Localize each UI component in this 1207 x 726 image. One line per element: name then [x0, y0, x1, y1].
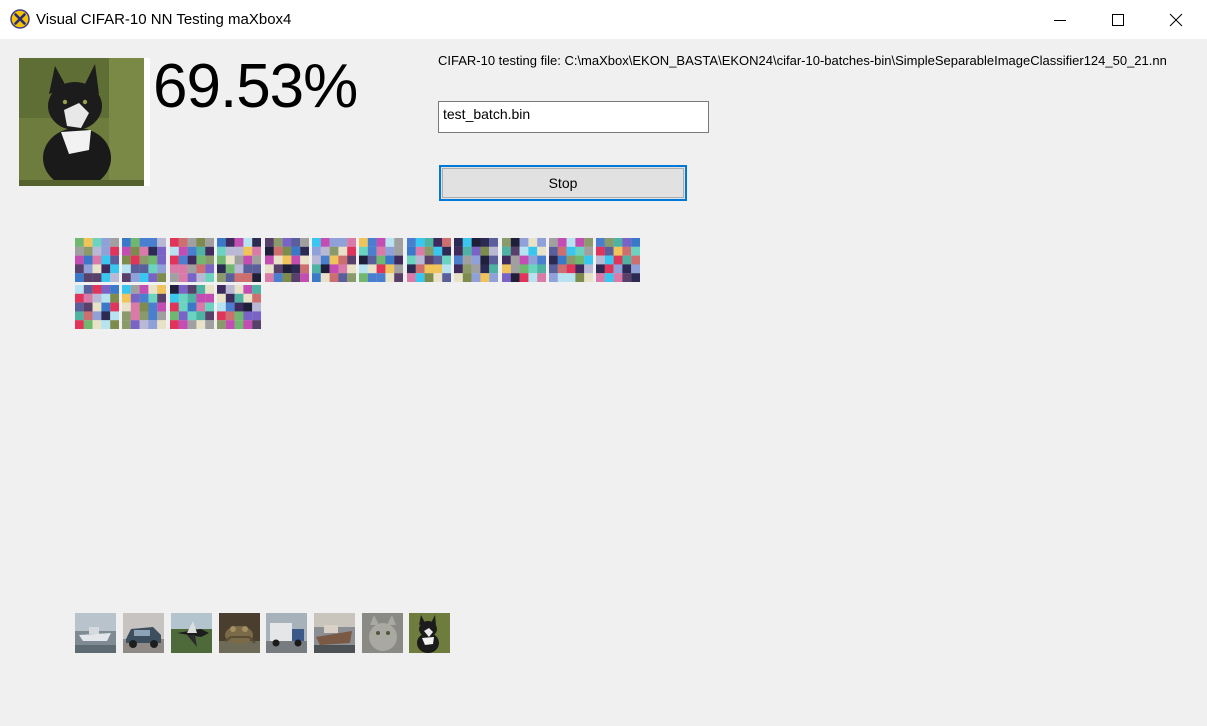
minimize-button[interactable]: [1031, 0, 1089, 39]
file-label: CIFAR-10 testing file: C:\maXbox\EKON_BA…: [438, 53, 1167, 68]
filter-13: [75, 285, 119, 329]
minimize-icon: [1054, 20, 1066, 21]
file-input[interactable]: test_batch.bin: [438, 101, 709, 133]
stop-button[interactable]: Stop: [439, 165, 687, 201]
filter-14: [122, 285, 167, 329]
ship2-thumbnail: [314, 613, 355, 653]
filter-1: [75, 238, 119, 282]
filter-6: [312, 238, 356, 282]
filter-12: [596, 238, 641, 282]
filter-11: [549, 238, 593, 282]
title-bar: Visual CIFAR-10 NN Testing maXbox4: [0, 0, 1207, 39]
window-title: Visual CIFAR-10 NN Testing maXbox4: [36, 11, 292, 28]
car-thumbnail: [123, 613, 164, 653]
filter-8: [406, 238, 451, 282]
close-button[interactable]: [1147, 0, 1205, 39]
filter-5: [264, 238, 309, 282]
truck-thumbnail: [266, 613, 307, 653]
file-input-value: test_batch.bin: [443, 106, 531, 122]
filter-15: [169, 285, 214, 329]
filter-3: [169, 238, 214, 282]
maximize-icon: [1112, 14, 1124, 26]
cat2-thumbnail: [409, 613, 450, 653]
filter-4: [217, 238, 262, 282]
cat-thumbnail: [362, 613, 403, 653]
frog-thumbnail: [219, 613, 260, 653]
plane-thumbnail: [171, 613, 212, 653]
current-test-image: [19, 58, 150, 186]
ship-thumbnail: [75, 613, 116, 653]
app-icon: [10, 9, 30, 29]
filter-16: [217, 285, 262, 329]
maximize-button[interactable]: [1089, 0, 1147, 39]
filter-7: [359, 238, 404, 282]
filter-10: [501, 238, 546, 282]
close-icon: [1169, 13, 1183, 27]
filter-9: [454, 238, 499, 282]
test-thumbnails: [75, 613, 455, 655]
client-area: 69.53% CIFAR-10 testing file: C:\maXbox\…: [0, 39, 1207, 726]
filter-visualization: [75, 238, 675, 338]
accuracy-value: 69.53%: [153, 52, 358, 121]
filter-2: [122, 238, 167, 282]
